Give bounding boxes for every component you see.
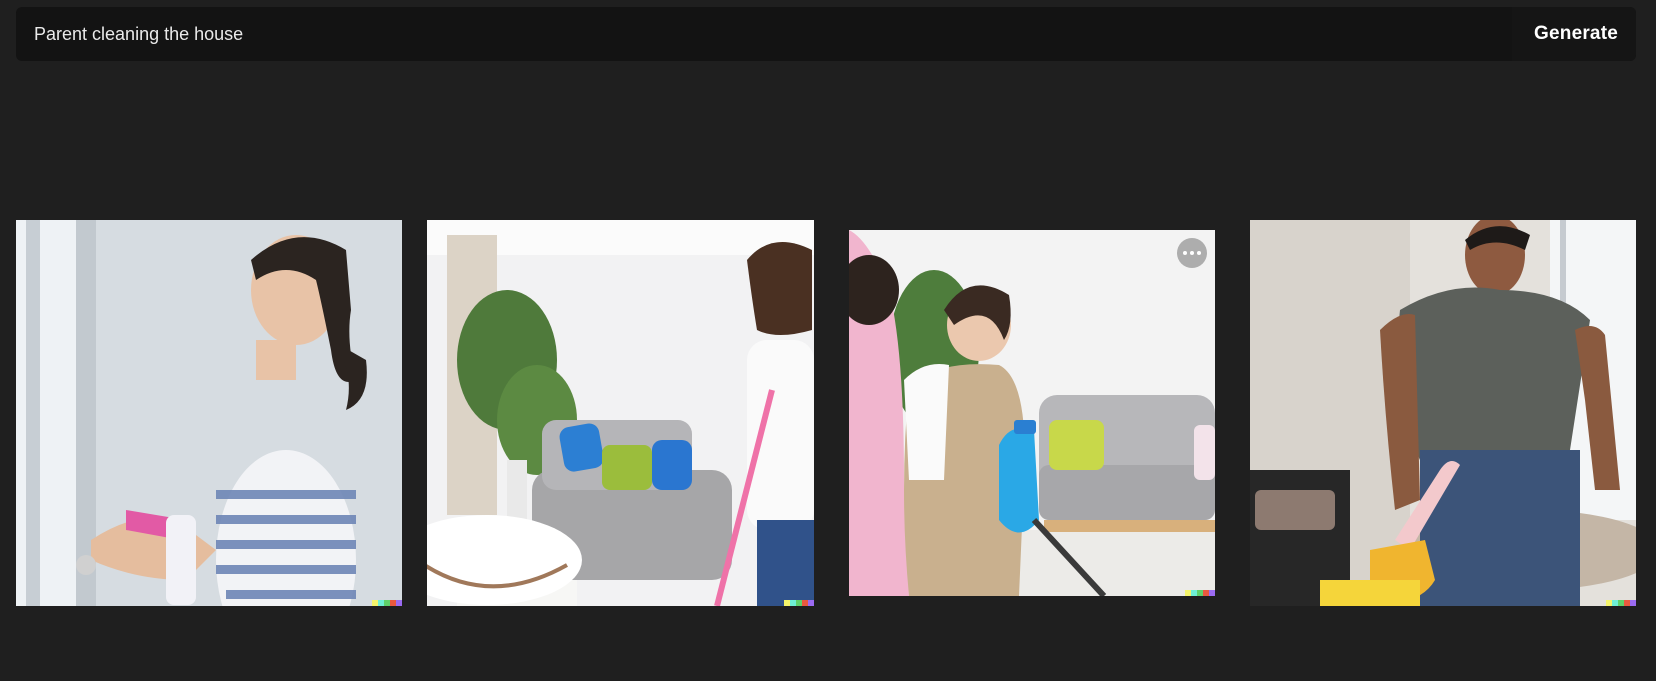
image-gallery — [0, 0, 1656, 681]
image-man-cleaning-table — [1250, 220, 1636, 606]
dalle-signature — [784, 600, 814, 606]
dalle-signature — [1606, 600, 1636, 606]
image-tile-4[interactable] — [1250, 220, 1636, 606]
image-woman-mopping-living-room — [427, 220, 814, 606]
image-tile-3[interactable] — [849, 230, 1215, 596]
image-tile-2[interactable] — [427, 220, 814, 606]
generate-button[interactable]: Generate — [1512, 7, 1636, 61]
image-tile-1[interactable] — [16, 220, 402, 606]
image-woman-spraying-sofa — [849, 230, 1215, 596]
dalle-signature — [372, 600, 402, 606]
more-options-button[interactable] — [1177, 238, 1207, 268]
dalle-signature — [1185, 590, 1215, 596]
prompt-bar: Parent cleaning the house Generate — [16, 7, 1636, 61]
more-horizontal-icon — [1183, 251, 1187, 255]
prompt-input[interactable]: Parent cleaning the house — [16, 7, 1512, 61]
image-woman-cleaning-window — [16, 220, 402, 606]
